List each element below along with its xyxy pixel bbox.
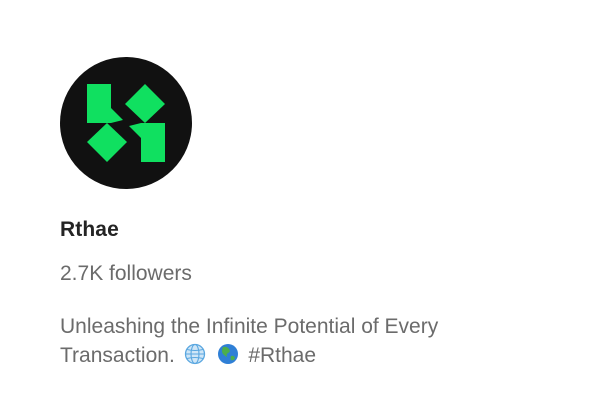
followers-count[interactable]: 2.7K followers [60,260,192,288]
rthae-logo-icon [87,84,165,162]
globe-asia-australia-icon [217,343,239,365]
bio-line-1: Unleashing the Infinite Potential of Eve… [60,315,439,338]
avatar[interactable] [60,57,192,189]
globe-with-meridians-icon [184,343,206,365]
profile-bio: Unleashing the Infinite Potential of Eve… [60,312,530,370]
profile-card: Rthae 2.7K followers Unleashing the Infi… [0,0,594,409]
profile-name[interactable]: Rthae [60,216,119,244]
bio-line-2: Transaction. #Rthae [60,341,530,370]
bio-hashtag[interactable]: #Rthae [248,344,316,367]
bio-text: Transaction. [60,344,175,367]
